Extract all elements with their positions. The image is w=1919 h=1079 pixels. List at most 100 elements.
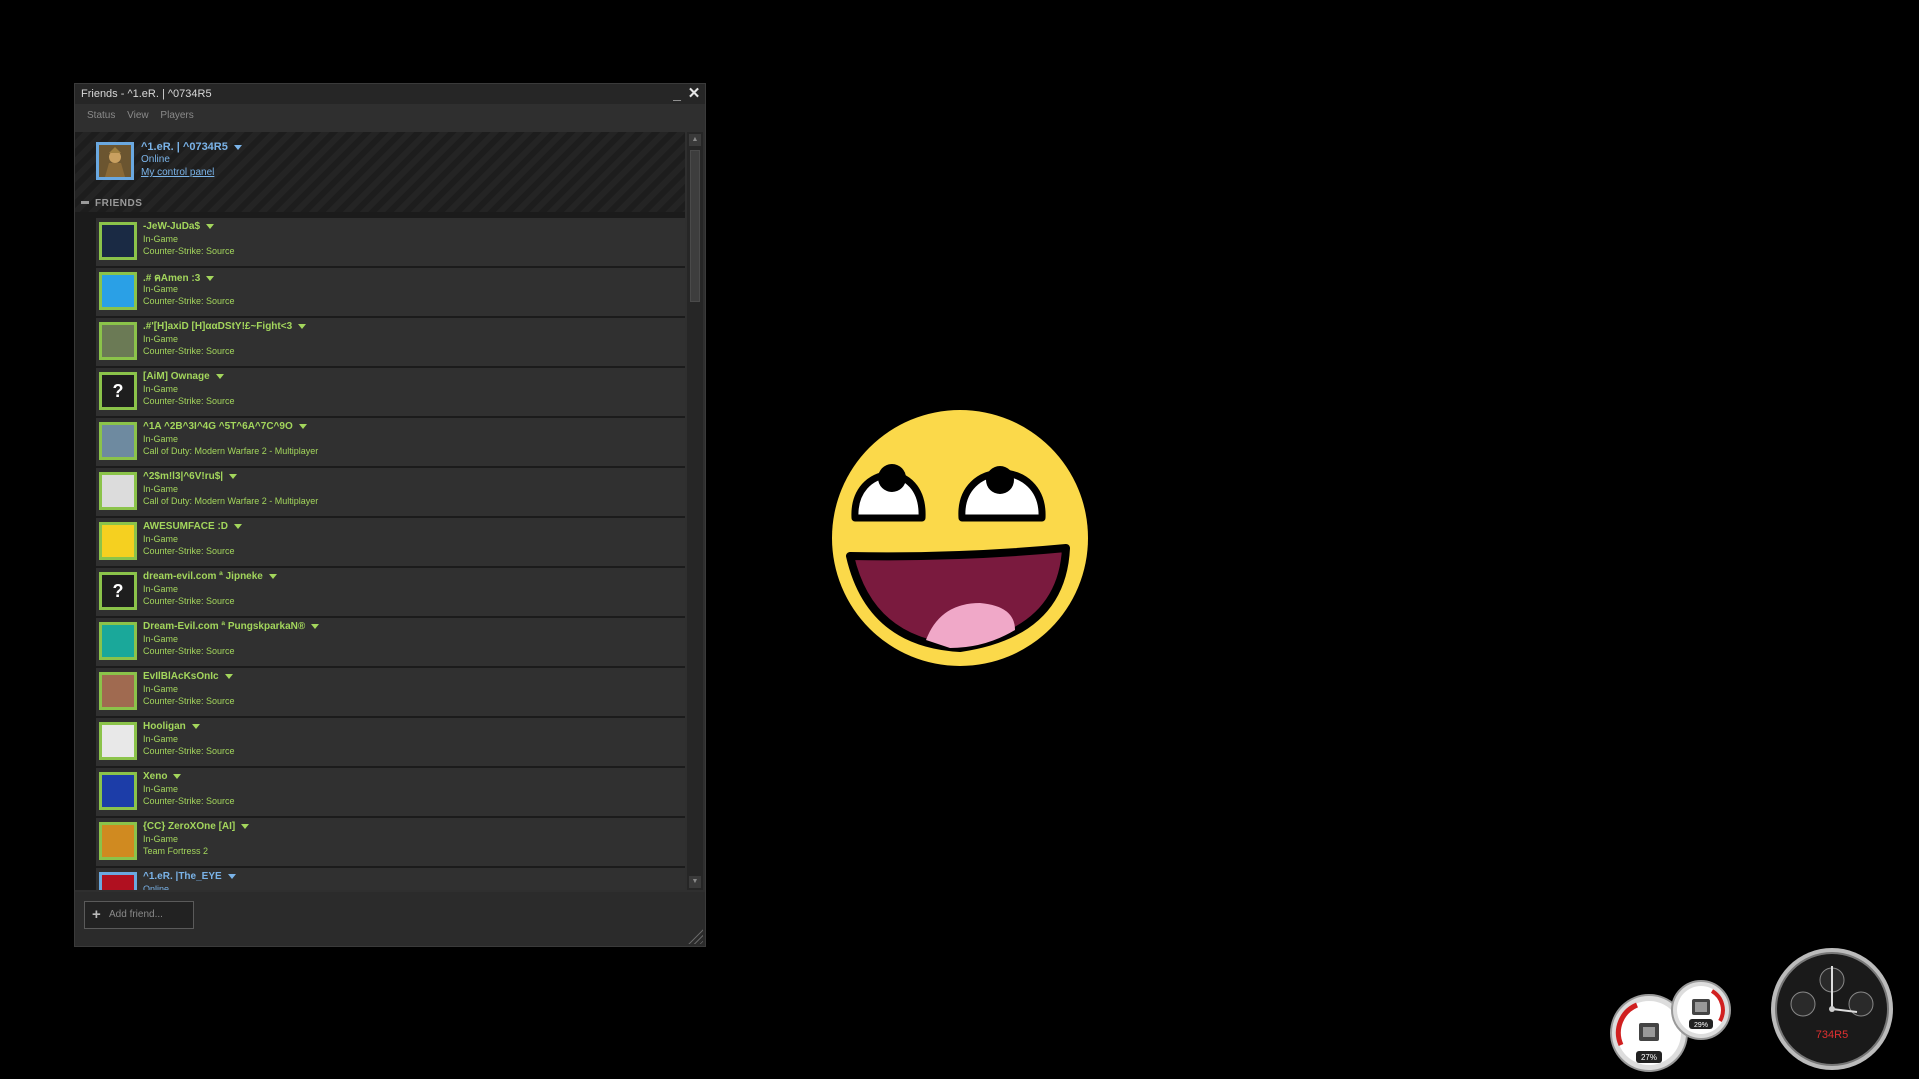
friend-status: In-Game [143,534,179,544]
friend-menu-caret-icon[interactable] [227,873,236,879]
friend-status: Online [143,884,170,890]
friend-name: ^1A ^2B^3I^4G ^5T^6A^7C^9O [143,421,293,432]
friend-name-row[interactable]: ^1.eR. |The_EYE [143,871,236,882]
friend-game: Team Fortress 2 [143,846,209,856]
control-panel-link[interactable]: My control panel [141,167,214,178]
self-avatar[interactable] [96,142,134,180]
menu-bar: Status View Players [75,106,705,126]
friend-name-row[interactable]: ^2$m!l3|^6V!ru$| [143,471,238,482]
collapse-icon[interactable] [81,200,89,204]
memory-meter-gadget[interactable]: 29% [1670,979,1732,1041]
friend-row[interactable]: AWESUMFACE :D In-Game Counter-Strike: Sour… [96,518,685,566]
friend-row[interactable]: .# คAmen :3 In-Game Counter-Strike: Source [96,268,685,316]
friend-row[interactable]: ? dream-evil.com ª Jipneke In-Game Counter-… [96,568,685,616]
friend-name-row[interactable]: Xeno [143,771,182,782]
close-button[interactable]: ✕ [686,84,702,104]
friend-name-row[interactable]: -JeW-JuDa$ [143,221,215,232]
friend-game: Counter-Strike: Source [143,346,235,356]
red-eye-icon[interactable] [99,872,137,890]
friend-menu-caret-icon[interactable] [268,573,277,579]
scroll-down-icon[interactable]: ▼ [689,876,701,888]
add-friend-label: Add friend... [109,909,163,920]
question-mark-icon[interactable]: ? [99,572,137,610]
scrollbar[interactable]: ▲ ▼ [687,132,703,890]
question-mark-icon[interactable]: ? [99,372,137,410]
cpu-percent: 27% [1641,1053,1657,1062]
hooligan-logo-icon[interactable] [99,722,137,760]
friend-status: In-Game [143,634,179,644]
friend-menu-caret-icon[interactable] [298,323,307,329]
friend-row[interactable]: Dream-Evil.com ª PungskparkaN® In-Game Cou… [96,618,685,666]
menu-players[interactable]: Players [160,110,193,121]
friend-name-row[interactable]: dream-evil.com ª Jipneke [143,571,277,582]
friend-game: Counter-Strike: Source [143,596,235,606]
friend-row[interactable]: -JeW-JuDa$ In-Game Counter-Strike: Source [96,218,685,266]
koala-icon[interactable] [99,422,137,460]
portrait-icon[interactable] [99,672,137,710]
friend-game: Call of Duty: Modern Warfare 2 - Multipl… [143,446,319,456]
self-menu-caret-icon[interactable] [233,144,242,150]
friend-name-row[interactable]: .#'[H]axiD [H]ααDStY!£~Fight<3 [143,321,307,332]
friend-menu-caret-icon[interactable] [191,723,200,729]
friend-row[interactable]: EvIlBlAcKsOnIc In-Game Counter-Strike: Sou… [96,668,685,716]
flame-figure-icon[interactable] [99,822,137,860]
friend-status: In-Game [143,284,179,294]
blue-cartoon-icon[interactable] [99,272,137,310]
friend-name-row[interactable]: ^1A ^2B^3I^4G ^5T^6A^7C^9O [143,421,307,432]
friend-menu-caret-icon[interactable] [173,773,182,779]
friend-row[interactable]: ? [AiM] Ownage In-Game Counter-Strike: Sour… [96,368,685,416]
group-label: FRIENDS [95,198,143,209]
friend-row[interactable]: Hooligan In-Game Counter-Strike: Source [96,718,685,766]
friend-menu-caret-icon[interactable] [206,275,215,281]
self-name-row[interactable]: ^1.eR. | ^0734R5 [141,141,242,153]
bird-icon[interactable] [99,222,137,260]
friend-menu-caret-icon[interactable] [206,223,215,229]
friend-menu-caret-icon[interactable] [298,423,307,429]
friend-game: Counter-Strike: Source [143,746,235,756]
scroll-thumb[interactable] [690,150,700,302]
friends-group-header[interactable]: FRIENDS [81,198,142,209]
minimize-button[interactable]: _ [669,84,685,104]
friend-name-row[interactable]: EvIlBlAcKsOnIc [143,671,233,682]
friend-name-row[interactable]: [AiM] Ownage [143,371,224,382]
hammer-icon[interactable] [99,322,137,360]
friend-menu-caret-icon[interactable] [224,673,233,679]
scroll-up-icon[interactable]: ▲ [689,134,701,146]
friend-name: EvIlBlAcKsOnIc [143,671,219,682]
menu-status[interactable]: Status [87,110,115,121]
friend-row[interactable]: ^1A ^2B^3I^4G ^5T^6A^7C^9O In-Game Call of… [96,418,685,466]
clock-gadget[interactable]: 734R5 [1769,946,1895,1072]
awesome-face-icon[interactable] [99,522,137,560]
friend-name: [AiM] Ownage [143,371,210,382]
blue-s-logo-icon[interactable] [99,772,137,810]
friend-row[interactable]: .#'[H]axiD [H]ααDStY!£~Fight<3 In-Game Cou… [96,318,685,366]
friend-row[interactable]: ^1.eR. |The_EYE Online [96,868,685,890]
friend-name-row[interactable]: AWESUMFACE :D [143,521,242,532]
self-panel: ^1.eR. | ^0734R5 Online My control panel… [75,132,685,212]
friend-name: .# คAmen :3 [143,273,201,284]
friend-name: Hooligan [143,721,186,732]
friend-name-row[interactable]: {CC} ZeroXOne [AI] [143,821,250,832]
friend-menu-caret-icon[interactable] [229,473,238,479]
title-bar[interactable]: Friends - ^1.eR. | ^0734R5 _ ✕ [75,84,705,104]
friend-row[interactable]: {CC} ZeroXOne [AI] In-Game Team Fortress 2 [96,818,685,866]
friend-row[interactable]: Xeno In-Game Counter-Strike: Source [96,768,685,816]
noob-badge-icon[interactable] [99,622,137,660]
friend-menu-caret-icon[interactable] [311,623,320,629]
friend-status: In-Game [143,234,179,244]
friend-name-row[interactable]: Hooligan [143,721,200,732]
friend-status: In-Game [143,834,179,844]
friend-menu-caret-icon[interactable] [241,823,250,829]
clock-label: 734R5 [1816,1029,1848,1041]
plus-icon: + [92,906,101,923]
sticker-icon[interactable] [99,472,137,510]
self-name: ^1.eR. | ^0734R5 [141,141,228,153]
friend-menu-caret-icon[interactable] [234,523,242,529]
friend-menu-caret-icon[interactable] [215,373,224,379]
add-friend-button[interactable]: + Add friend... [84,901,194,929]
friend-status: In-Game [143,384,179,394]
menu-view[interactable]: View [127,110,149,121]
resize-grip-icon[interactable] [685,926,703,944]
friend-row[interactable]: ^2$m!l3|^6V!ru$| In-Game Call of Duty: Mod… [96,468,685,516]
friend-name-row[interactable]: Dream-Evil.com ª PungskparkaN® [143,621,320,632]
